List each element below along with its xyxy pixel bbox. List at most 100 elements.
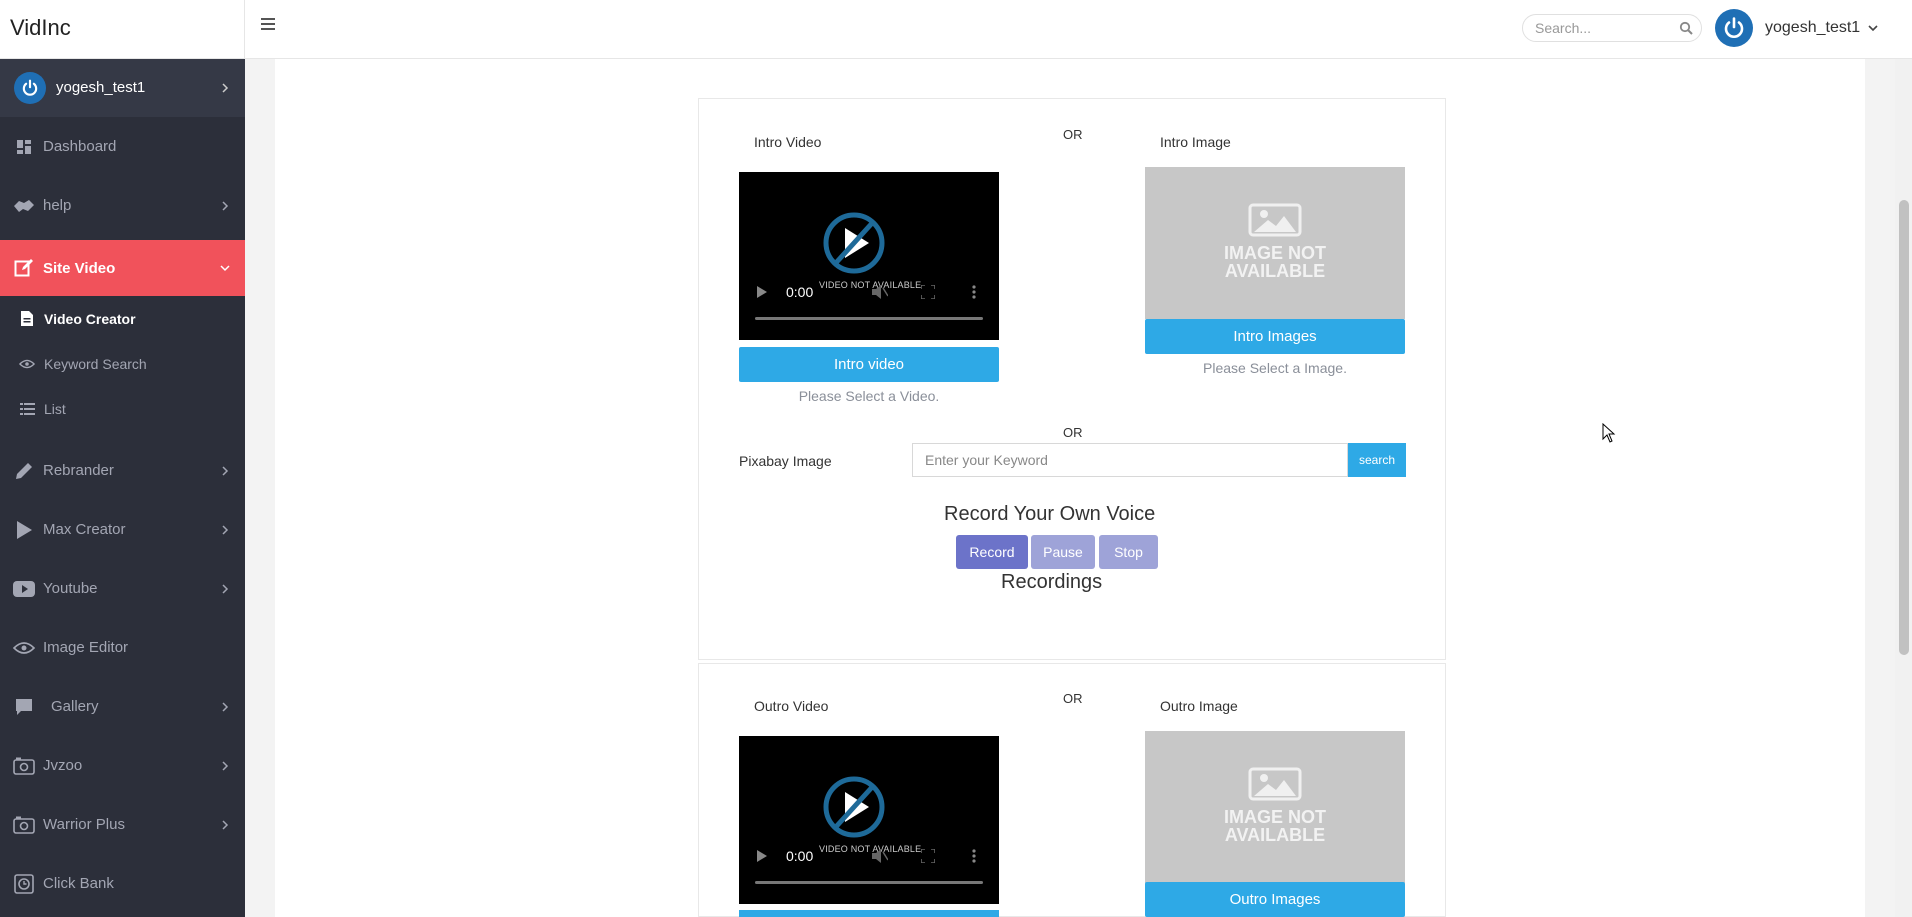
- image-na-line1: IMAGE NOT: [1224, 243, 1326, 263]
- more-options-icon[interactable]: [972, 849, 976, 863]
- chevron-right-icon: [222, 819, 229, 830]
- keyword-field: [912, 443, 1348, 477]
- sidebar-item-warrior-plus[interactable]: Warrior Plus: [0, 795, 245, 854]
- chevron-right-icon: [222, 82, 229, 93]
- record-button[interactable]: Record: [956, 535, 1028, 569]
- camera-icon: [13, 814, 35, 836]
- sidebar-item-gallery[interactable]: Gallery: [0, 677, 245, 736]
- edit-icon: [13, 257, 35, 279]
- or-separator: OR: [1063, 691, 1083, 706]
- sidebar-item-youtube[interactable]: Youtube: [0, 559, 245, 618]
- mouse-cursor-icon: [1602, 423, 1616, 443]
- global-search: [1522, 14, 1702, 42]
- video-not-available-icon: [823, 212, 885, 274]
- outro-images-button[interactable]: Outro Images: [1145, 882, 1405, 917]
- file-icon: [19, 311, 35, 327]
- chevron-down-icon: [220, 265, 230, 272]
- chevron-right-icon: [222, 583, 229, 594]
- fullscreen-icon[interactable]: [921, 285, 935, 299]
- youtube-icon: [13, 578, 35, 600]
- intro-image-placeholder: IMAGE NOT AVAILABLE: [1145, 167, 1405, 319]
- video-not-available-text: VIDEO NOT AVAILABLE: [819, 280, 922, 290]
- video-time: 0:00: [786, 284, 814, 300]
- sidebar-item-jvzoo[interactable]: Jvzoo: [0, 736, 245, 795]
- sidebar-subitem-list[interactable]: List: [0, 386, 245, 431]
- sidebar-item-label: Max Creator: [43, 521, 126, 538]
- sidebar: yogesh_test1 Dashboard help Site Video V…: [0, 58, 245, 917]
- menu-toggle-icon[interactable]: [261, 18, 275, 30]
- sidebar-item-dashboard[interactable]: Dashboard: [0, 117, 245, 176]
- sidebar-subitem-label: List: [44, 400, 66, 417]
- pause-button[interactable]: Pause: [1031, 535, 1095, 569]
- list-icon: [19, 401, 35, 417]
- play-icon[interactable]: [757, 850, 767, 862]
- pixabay-search-button[interactable]: search: [1348, 443, 1406, 477]
- sidebar-item-label: Dashboard: [43, 138, 117, 155]
- play-icon[interactable]: [757, 286, 767, 298]
- clock-icon: [13, 873, 35, 895]
- sidebar-item-label: Site Video: [43, 259, 116, 277]
- image-icon: [1248, 203, 1302, 237]
- chevron-right-icon: [222, 465, 229, 476]
- intro-video-player[interactable]: VIDEO NOT AVAILABLE 0:00: [739, 172, 999, 340]
- sidebar-user-label: yogesh_test1: [56, 79, 146, 96]
- image-na-line2: AVAILABLE: [1224, 825, 1326, 845]
- handshake-icon: [13, 195, 35, 217]
- stop-button[interactable]: Stop: [1099, 535, 1158, 569]
- username-label: yogesh_test1: [1765, 19, 1861, 36]
- more-options-icon[interactable]: [972, 285, 976, 299]
- fullscreen-icon[interactable]: [921, 849, 935, 863]
- volume-icon[interactable]: [872, 285, 888, 299]
- chevron-right-icon: [222, 524, 229, 535]
- sidebar-item-site-video[interactable]: Site Video: [0, 240, 245, 296]
- sidebar-item-rebrander[interactable]: Rebrander: [0, 441, 245, 500]
- chevron-right-icon: [222, 760, 229, 771]
- chevron-down-icon: [1868, 19, 1878, 37]
- global-search-input[interactable]: [1535, 20, 1675, 36]
- scrollbar-thumb[interactable]: [1899, 200, 1909, 655]
- or-separator: OR: [1063, 127, 1083, 142]
- outro-image-placeholder: IMAGE NOT AVAILABLE: [1145, 731, 1405, 883]
- camera-icon: [13, 755, 35, 777]
- select-video-hint: Please Select a Video.: [798, 388, 940, 404]
- or-separator: OR: [1063, 425, 1083, 440]
- sidebar-item-max-creator[interactable]: Max Creator: [0, 500, 245, 559]
- outro-image-label: Outro Image: [1160, 698, 1238, 714]
- image-na-line1: IMAGE NOT: [1224, 807, 1326, 827]
- outro-video-button[interactable]: [739, 910, 999, 917]
- select-image-hint: Please Select a Image.: [1203, 360, 1347, 376]
- intro-video-button[interactable]: Intro video: [739, 347, 999, 382]
- sidebar-item-click-bank[interactable]: Click Bank: [0, 854, 245, 913]
- video-progress-track[interactable]: [755, 317, 983, 320]
- outro-video-player[interactable]: VIDEO NOT AVAILABLE 0:00: [739, 736, 999, 904]
- eye-icon: [19, 356, 35, 372]
- pixabay-image-label: Pixabay Image: [739, 453, 832, 469]
- sidebar-item-label: Image Editor: [43, 639, 129, 656]
- intro-images-button[interactable]: Intro Images: [1145, 319, 1405, 354]
- recordings-heading: Recordings: [1001, 571, 1103, 593]
- image-na-line2: AVAILABLE: [1224, 261, 1326, 281]
- comment-icon: [13, 696, 35, 718]
- sidebar-subitem-video-creator[interactable]: Video Creator: [0, 296, 245, 341]
- image-not-available-text: IMAGE NOT AVAILABLE: [1145, 244, 1405, 280]
- search-icon[interactable]: [1679, 21, 1693, 40]
- sidebar-user[interactable]: yogesh_test1: [0, 58, 245, 117]
- intro-image-label: Intro Image: [1160, 134, 1231, 150]
- sidebar-item-label: Gallery: [51, 698, 99, 715]
- brand-logo[interactable]: VidInc: [0, 0, 245, 58]
- video-progress-track[interactable]: [755, 881, 983, 884]
- dashboard-icon: [13, 136, 35, 158]
- top-bar: VidInc yogesh_test1: [0, 0, 1912, 59]
- image-icon: [1248, 767, 1302, 801]
- sidebar-subitem-keyword-search[interactable]: Keyword Search: [0, 341, 245, 386]
- intro-video-label: Intro Video: [754, 134, 822, 150]
- sidebar-item-image-editor[interactable]: Image Editor: [0, 618, 245, 677]
- volume-icon[interactable]: [872, 849, 888, 863]
- pencil-icon: [13, 460, 35, 482]
- sidebar-item-help[interactable]: help: [0, 176, 245, 235]
- power-icon: [14, 71, 46, 104]
- sidebar-subitem-label: Video Creator: [44, 310, 136, 327]
- user-menu[interactable]: yogesh_test1: [1715, 8, 1878, 48]
- keyword-input[interactable]: [925, 452, 1325, 468]
- chevron-right-icon: [222, 701, 229, 712]
